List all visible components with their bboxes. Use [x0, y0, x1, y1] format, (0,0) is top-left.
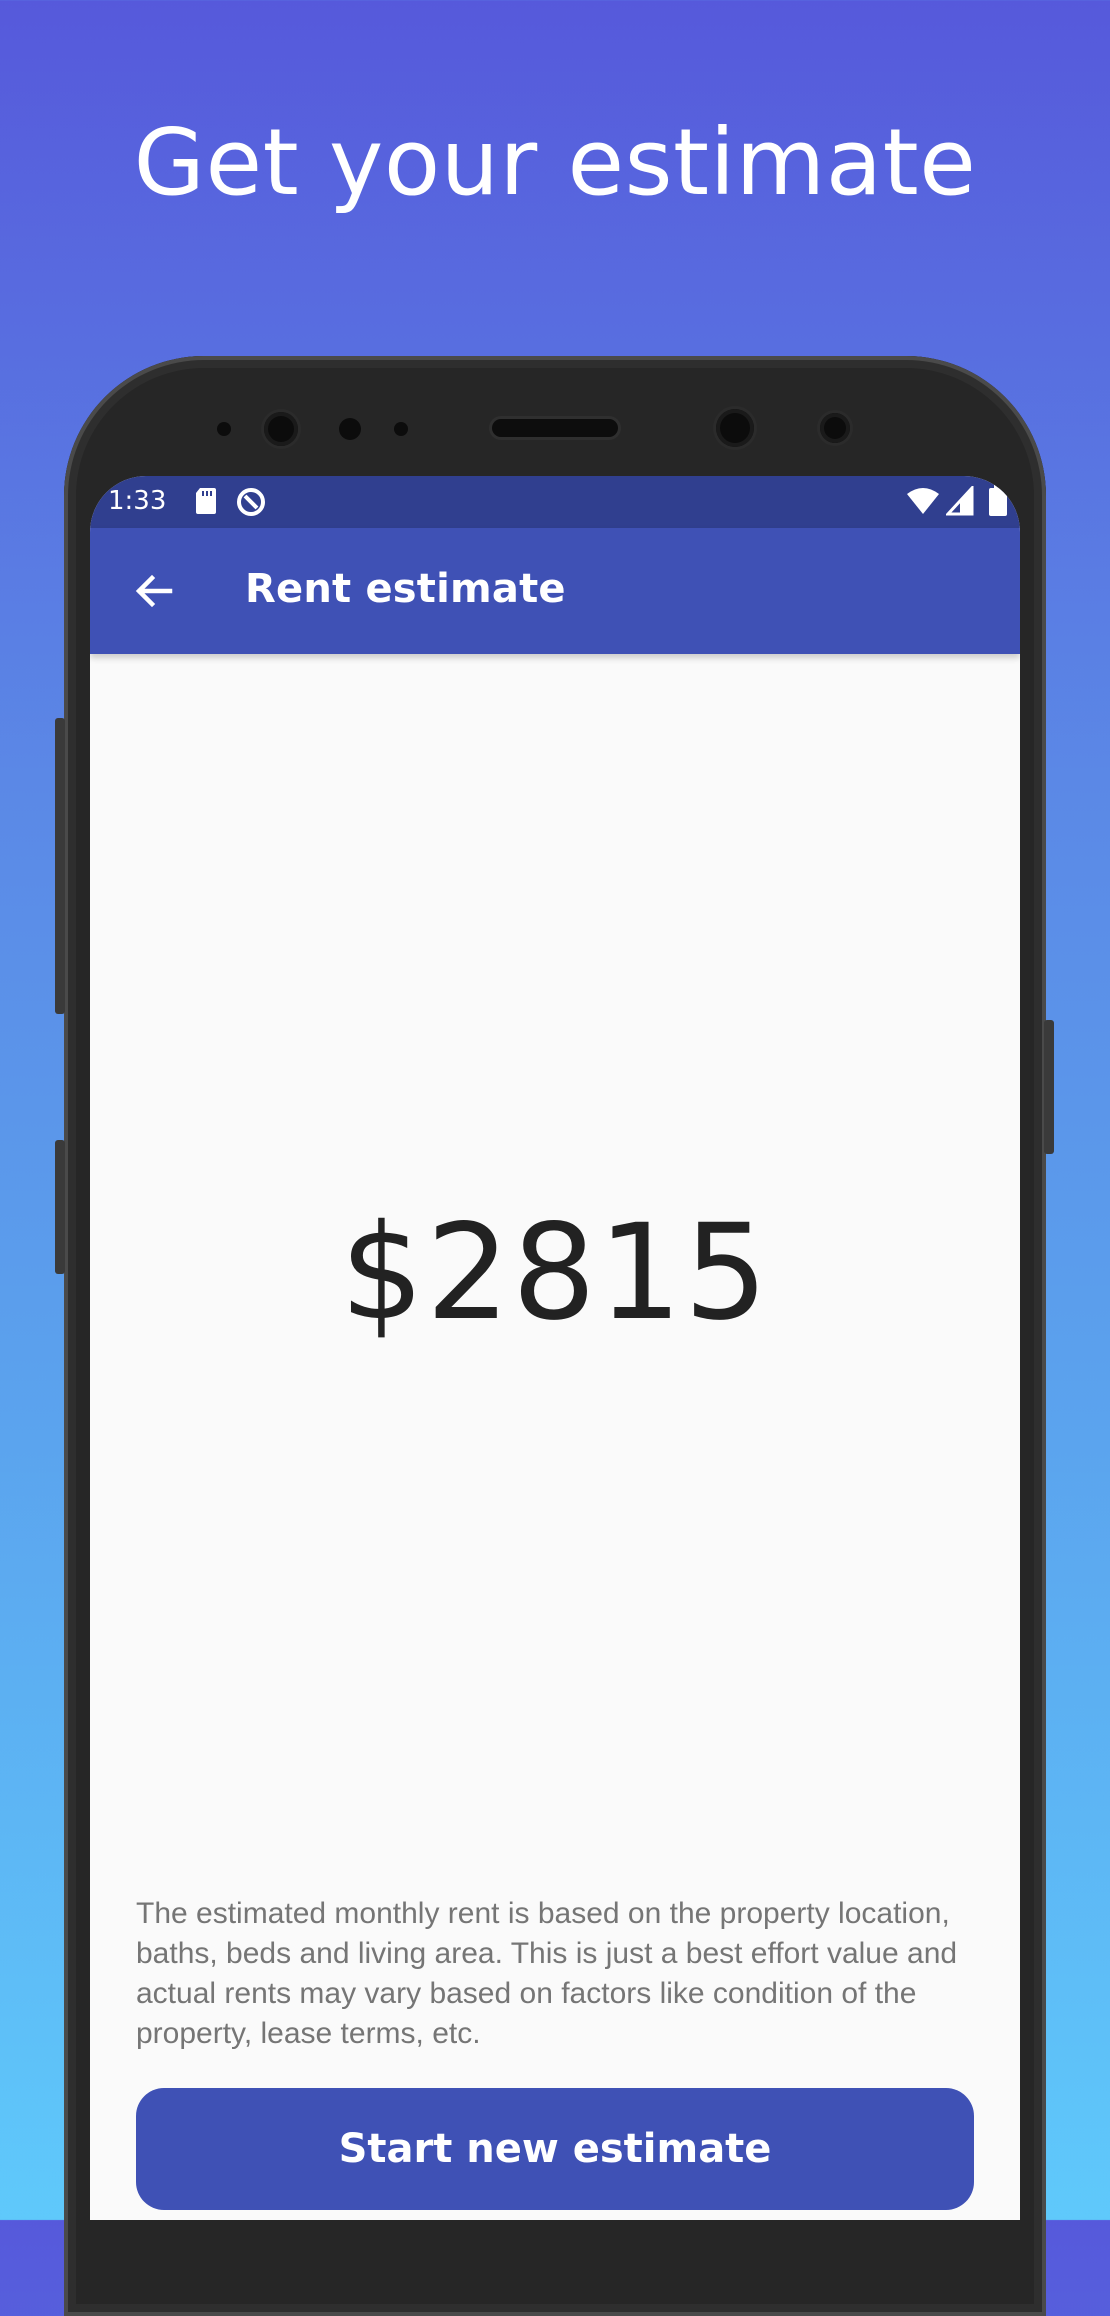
status-bar: 1:33	[90, 476, 1020, 528]
sensor-icon	[820, 413, 850, 443]
status-time: 1:33	[108, 486, 167, 516]
battery-icon	[988, 484, 1008, 523]
sensor-icon	[217, 422, 231, 436]
headline: Get your estimate	[133, 109, 977, 216]
sd-card-icon	[194, 486, 218, 523]
arrow-left-icon	[124, 574, 184, 625]
disclaimer-text: The estimated monthly rent is based on t…	[136, 1897, 958, 2050]
start-new-estimate-button[interactable]: Start new estimate	[136, 2088, 974, 2210]
volume-button	[55, 718, 65, 1014]
phone-screen: 1:33 Rent estimate $2815 The estimated m…	[90, 476, 1020, 2220]
sensor-icon	[339, 418, 361, 440]
wifi-icon	[906, 486, 940, 523]
cellular-icon	[944, 484, 974, 523]
accessibility-icon	[235, 486, 267, 525]
earpiece-speaker	[492, 419, 618, 437]
power-button	[55, 1140, 65, 1274]
front-camera-icon	[716, 409, 754, 447]
app-bar: Rent estimate	[90, 528, 1020, 654]
page-title: Rent estimate	[245, 566, 566, 612]
sensor-icon	[394, 422, 408, 436]
front-camera-icon	[264, 412, 298, 446]
side-button-right	[1044, 1020, 1054, 1154]
back-button[interactable]	[124, 561, 184, 621]
estimate-value: $2815	[340, 1196, 770, 1350]
